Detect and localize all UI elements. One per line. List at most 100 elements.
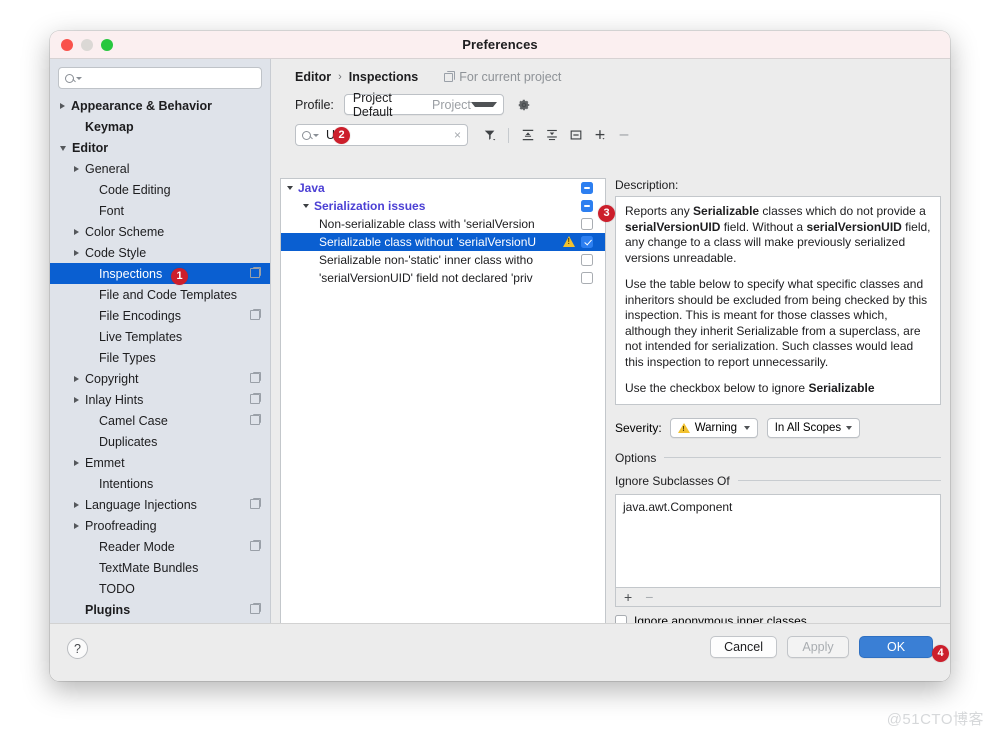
sidebar-item-label: File Encodings — [99, 309, 181, 323]
chevron-right-icon — [74, 166, 79, 172]
sidebar-item-label: Duplicates — [99, 435, 157, 449]
breadcrumb: Editor › Inspections For current project — [272, 59, 950, 84]
help-button[interactable]: ? — [67, 638, 88, 659]
sidebar-item-label: Proofreading — [85, 519, 157, 533]
preferences-window: Preferences Appearance & BehaviorKeymapE… — [50, 31, 950, 681]
sidebar-item-language-injections[interactable]: Language Injections — [50, 494, 270, 515]
sidebar-item-appearance-behavior[interactable]: Appearance & Behavior — [50, 95, 270, 116]
apply-button[interactable]: Apply — [787, 636, 849, 658]
tree-row[interactable]: Serialization issues — [281, 197, 605, 215]
sidebar-item-camel-case[interactable]: Camel Case — [50, 410, 270, 431]
tree-row-checkbox[interactable] — [581, 182, 593, 194]
sidebar-item-emmet[interactable]: Emmet — [50, 452, 270, 473]
sidebar-item-editor[interactable]: Editor — [50, 137, 270, 158]
collapse-all-icon[interactable] — [541, 125, 562, 145]
gear-icon[interactable] — [517, 98, 531, 112]
add-icon[interactable] — [589, 125, 610, 145]
sidebar-item-plugins[interactable]: Plugins — [50, 599, 270, 620]
divider — [664, 457, 941, 458]
sidebar-item-intentions[interactable]: Intentions — [50, 473, 270, 494]
sidebar-item-general[interactable]: General — [50, 158, 270, 179]
profile-scope: Project — [432, 98, 471, 112]
tree-row[interactable]: Serializable non-'static' inner class wi… — [281, 251, 605, 269]
sidebar-item-keymap[interactable]: Keymap — [50, 116, 270, 137]
profile-row: Profile: Project Default Project — [272, 84, 950, 115]
sidebar-item-proofreading[interactable]: Proofreading — [50, 515, 270, 536]
chevron-down-icon[interactable] — [303, 204, 309, 208]
tree-row-checkbox[interactable] — [581, 254, 593, 266]
ignore-subclasses-label: Ignore Subclasses Of — [615, 474, 730, 488]
sidebar-item-textmate-bundles[interactable]: TextMate Bundles — [50, 557, 270, 578]
sidebar-item-code-style[interactable]: Code Style — [50, 242, 270, 263]
sidebar-item-inspections[interactable]: Inspections — [50, 263, 270, 284]
severity-value: Warning — [695, 422, 737, 434]
sidebar-item-label: Language Injections — [85, 498, 197, 512]
tree-row-label: Non-serializable class with 'serialVersi… — [319, 217, 605, 231]
sidebar-item-file-types[interactable]: File Types — [50, 347, 270, 368]
chevron-down-icon — [744, 426, 750, 430]
tree-row-checkbox[interactable] — [581, 218, 593, 230]
sidebar-item-label: Inlay Hints — [85, 393, 143, 407]
tree-row-checkbox[interactable] — [581, 200, 593, 212]
breadcrumb-current: Inspections — [349, 70, 418, 84]
severity-row: Severity: Warning In All Scopes — [615, 418, 941, 438]
dialog-buttons: Cancel Apply OK — [710, 636, 933, 658]
copy-icon — [250, 541, 260, 551]
sidebar-item-label: Reader Mode — [99, 540, 175, 554]
sidebar-item-file-encodings[interactable]: File Encodings — [50, 305, 270, 326]
sidebar-item-reader-mode[interactable]: Reader Mode — [50, 536, 270, 557]
sidebar-item-font[interactable]: Font — [50, 200, 270, 221]
remove-icon[interactable] — [613, 125, 634, 145]
dialog-footer: ? Cancel Apply OK — [50, 623, 950, 681]
sidebar-item-inlay-hints[interactable]: Inlay Hints — [50, 389, 270, 410]
sidebar-search-input[interactable] — [58, 67, 262, 89]
sidebar-item-todo[interactable]: TODO — [50, 578, 270, 599]
chevron-down-icon[interactable] — [287, 186, 293, 190]
ignore-subclasses-list[interactable]: java.awt.Component — [615, 494, 941, 588]
step-badge-2: 2 — [333, 127, 350, 144]
tree-row[interactable]: Serializable class without 'serialVersio… — [281, 233, 605, 251]
ok-button[interactable]: OK — [859, 636, 933, 658]
sidebar-item-code-editing[interactable]: Code Editing — [50, 179, 270, 200]
inspection-search-input[interactable]: UID × — [295, 124, 468, 146]
tree-row[interactable]: 'serialVersionUID' field not declared 'p… — [281, 269, 605, 287]
cancel-button[interactable]: Cancel — [710, 636, 777, 658]
sidebar-item-label: Color Scheme — [85, 225, 164, 239]
sidebar-item-label: Camel Case — [99, 414, 168, 428]
copy-icon — [444, 73, 453, 82]
sidebar-item-label: TextMate Bundles — [99, 561, 198, 575]
toolbar-divider — [508, 128, 509, 143]
sidebar-search-wrap — [50, 59, 270, 93]
sidebar-item-label: Copyright — [85, 372, 139, 386]
tree-row[interactable]: Non-serializable class with 'serialVersi… — [281, 215, 605, 233]
remove-icon[interactable]: − — [645, 589, 653, 605]
inspections-tree[interactable]: JavaSerialization issues Non-serializable… — [280, 178, 606, 628]
chevron-down-icon — [846, 426, 852, 430]
sidebar-item-copyright[interactable]: Copyright — [50, 368, 270, 389]
copy-icon — [250, 499, 260, 509]
profile-dropdown[interactable]: Project Default Project — [344, 94, 504, 115]
settings-sidebar: Appearance & BehaviorKeymap Editor General… — [50, 59, 271, 649]
tree-row-checkbox[interactable] — [581, 272, 593, 284]
scope-dropdown[interactable]: In All Scopes — [767, 418, 860, 438]
severity-dropdown[interactable]: Warning — [670, 418, 758, 438]
sidebar-item-live-templates[interactable]: Live Templates — [50, 326, 270, 347]
for-current-project-label: For current project — [459, 70, 561, 84]
copy-icon — [250, 268, 260, 278]
clear-search-icon[interactable]: × — [454, 129, 461, 141]
breadcrumb-root[interactable]: Editor — [295, 70, 331, 84]
list-item[interactable]: java.awt.Component — [623, 500, 933, 514]
copy-icon — [250, 604, 260, 614]
inspection-toolbar — [479, 125, 634, 145]
filter-icon[interactable] — [479, 125, 500, 145]
sidebar-item-color-scheme[interactable]: Color Scheme — [50, 221, 270, 242]
sidebar-item-duplicates[interactable]: Duplicates — [50, 431, 270, 452]
sidebar-item-label: Editor — [72, 141, 108, 155]
sidebar-item-file-and-code-templates[interactable]: File and Code Templates — [50, 284, 270, 305]
expand-all-icon[interactable] — [517, 125, 538, 145]
toggle-preview-icon[interactable] — [565, 125, 586, 145]
add-icon[interactable]: + — [624, 589, 632, 605]
tree-row-checkbox[interactable] — [581, 236, 593, 248]
tree-row[interactable]: Java — [281, 179, 605, 197]
tree-row-label: 'serialVersionUID' field not declared 'p… — [319, 271, 605, 285]
